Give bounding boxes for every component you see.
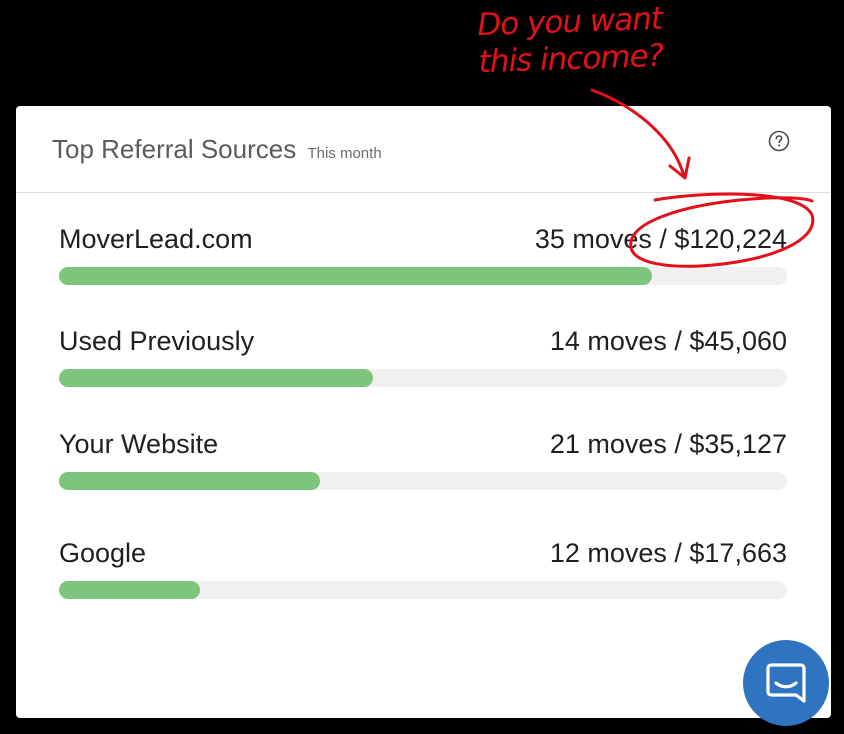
source-stats: 12 moves / $17,663 — [549, 538, 787, 568]
referral-row: MoverLead.com 35 moves / $120,224 — [59, 224, 787, 294]
progress-bar-fill — [59, 267, 653, 285]
source-name: MoverLead.com — [59, 224, 253, 254]
referral-row: Used Previously 14 moves / $45,060 — [59, 326, 787, 396]
source-name: Google — [59, 538, 147, 568]
source-name: Your Website — [59, 429, 219, 459]
source-stats: 21 moves / $35,127 — [549, 429, 787, 459]
progress-bar — [59, 369, 787, 387]
card-header: Top Referral Sources This month — [16, 106, 831, 193]
chat-launcher-button[interactable] — [743, 640, 829, 726]
referral-row: Your Website 21 moves / $35,127 — [59, 429, 787, 499]
progress-bar-fill — [59, 472, 321, 490]
progress-bar-fill — [59, 581, 200, 599]
card-title: Top Referral Sources This month — [52, 134, 382, 165]
source-stats: 14 moves / $45,060 — [549, 326, 787, 356]
chat-bubble-icon — [766, 663, 806, 703]
screenshot-stage: Do you want this income? Top Referral So… — [0, 0, 844, 734]
source-stats: 35 moves / $120,224 — [534, 224, 787, 254]
progress-bar-fill — [59, 369, 374, 387]
card-subtitle: This month — [307, 145, 382, 162]
source-name: Used Previously — [59, 326, 255, 356]
annotation-line-2: this income? — [478, 37, 664, 81]
referral-sources-card: Top Referral Sources This month MoverLea… — [16, 106, 831, 718]
referral-row: Google 12 moves / $17,663 — [59, 538, 787, 608]
annotation-handwriting: Do you want this income? — [477, 1, 664, 81]
progress-bar — [59, 472, 787, 490]
annotation-line-1: Do you want — [476, 0, 663, 44]
progress-bar — [59, 581, 787, 599]
card-title-text: Top Referral Sources — [52, 134, 297, 164]
question-circle-icon[interactable] — [768, 130, 790, 152]
progress-bar — [59, 267, 787, 285]
